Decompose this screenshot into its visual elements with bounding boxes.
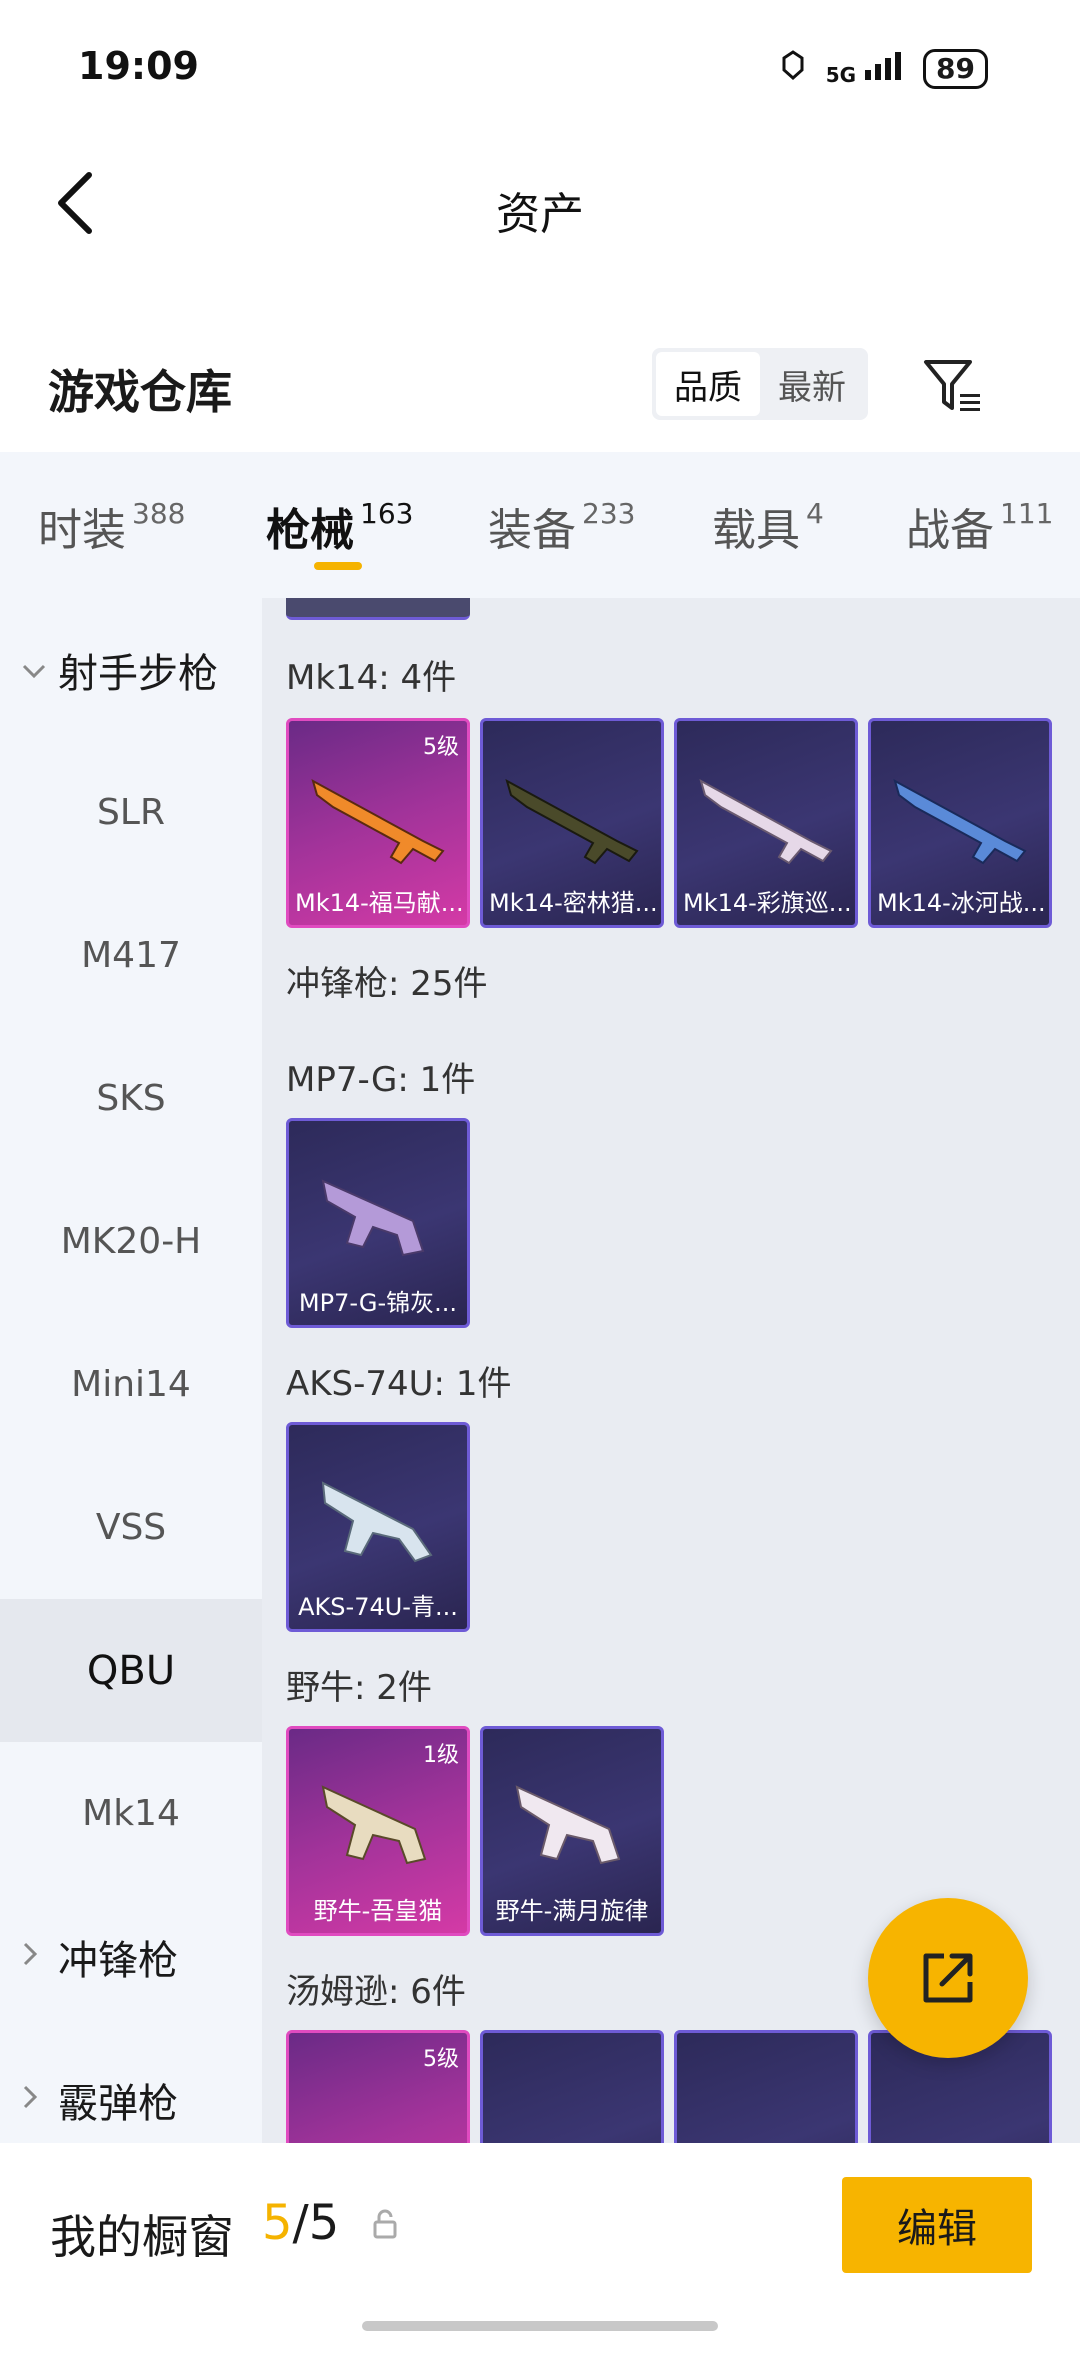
weapon-card[interactable]: MP7-G-锦灰... <box>286 1118 470 1328</box>
tab-fashion-label: 时装 <box>38 505 126 556</box>
sidebar-group-marksman[interactable]: 射手步枪 <box>0 598 262 741</box>
weapon-type-sidebar: 射手步枪 SLR M417 SKS MK20-H Mini14 VSS QBU … <box>0 598 262 2143</box>
weapon-card[interactable]: Mk14-彩旗巡... <box>674 718 858 928</box>
sidebar-item-mk20h[interactable]: MK20-H <box>0 1170 262 1313</box>
rifle-icon <box>311 778 445 865</box>
tab-fashion[interactable]: 时装 388 <box>38 494 185 558</box>
sidebar-item-mk14[interactable]: Mk14 <box>0 1742 262 1885</box>
tab-fashion-count: 388 <box>132 497 186 530</box>
weapon-card[interactable]: 5级 Mk14-福马献... <box>286 718 470 928</box>
share-button[interactable] <box>868 1898 1028 2058</box>
weapon-card[interactable] <box>674 2030 858 2143</box>
chevron-right-icon <box>22 1940 46 1973</box>
section-header-thompson: 汤姆逊: 6件 <box>286 1972 466 2012</box>
section-header-smg: 冲锋枪: 25件 <box>286 964 488 1004</box>
tab-equipment-count: 233 <box>582 497 636 530</box>
showcase-label: 我的橱窗 <box>50 2210 234 2264</box>
tab-guns[interactable]: 枪械 163 <box>266 494 413 558</box>
showcase-total: /5 <box>292 2195 340 2251</box>
tab-equipment[interactable]: 装备 233 <box>488 494 635 558</box>
chevron-down-icon <box>22 653 46 686</box>
section-header-aks: AKS-74U: 1件 <box>286 1364 512 1404</box>
status-bar: 19:09 5G 89 <box>0 0 1080 140</box>
tab-supplies-label: 战备 <box>906 505 994 556</box>
showcase-bar: 我的橱窗 5/5 编辑 <box>0 2143 1080 2354</box>
smg-icon <box>321 1481 433 1563</box>
warehouse-title: 游戏仓库 <box>48 365 232 419</box>
showcase-count: 5/5 <box>262 2195 339 2251</box>
smg-icon <box>515 1785 621 1865</box>
sort-toggle: 品质 最新 <box>652 348 868 420</box>
sort-quality-option[interactable]: 品质 <box>656 352 760 416</box>
notification-icon <box>776 48 810 90</box>
active-tab-indicator <box>314 562 362 570</box>
page-title: 资产 <box>496 189 584 240</box>
weapon-card-label: 野牛-满月旋律 <box>495 1897 649 1925</box>
filter-icon <box>924 360 980 411</box>
weapon-card[interactable]: AKS-74U-青... <box>286 1422 470 1632</box>
home-indicator <box>362 2321 718 2331</box>
tab-vehicles-count: 4 <box>806 497 824 530</box>
tab-supplies[interactable]: 战备 111 <box>906 494 1053 558</box>
tab-vehicles-label: 载具 <box>712 505 800 556</box>
tab-vehicles[interactable]: 载具 4 <box>712 494 824 558</box>
section-header-bison: 野牛: 2件 <box>286 1668 432 1708</box>
weapon-card-label: Mk14-彩旗巡... <box>683 889 852 917</box>
sidebar-item-mini14[interactable]: Mini14 <box>0 1313 262 1456</box>
rifle-icon <box>505 778 639 865</box>
sidebar-item-slr[interactable]: SLR <box>0 741 262 884</box>
sidebar-item-sks[interactable]: SKS <box>0 1027 262 1170</box>
sidebar-item-qbu[interactable]: QBU <box>0 1599 262 1742</box>
section-header-mp7: MP7-G: 1件 <box>286 1060 476 1100</box>
weapon-card[interactable]: 1级 野牛-吾皇猫 <box>286 1726 470 1936</box>
weapon-card-label: Mk14-福马献... <box>295 889 464 917</box>
status-time: 19:09 <box>78 44 199 88</box>
weapon-card-label: 野牛-吾皇猫 <box>313 1897 443 1925</box>
section-header-mk14: Mk14: 4件 <box>286 658 457 698</box>
rifle-icon <box>893 778 1027 865</box>
weapon-card[interactable] <box>480 2030 664 2143</box>
status-icons: 5G 89 <box>776 48 988 90</box>
tab-supplies-count: 111 <box>1000 497 1054 530</box>
battery-indicator: 89 <box>923 49 988 89</box>
smg-icon <box>321 1785 427 1865</box>
tab-guns-label: 枪械 <box>266 505 354 556</box>
network-label: 5G <box>825 62 857 87</box>
sidebar-group-shotgun[interactable]: 霰弹枪 <box>0 2028 262 2143</box>
rifle-icon <box>699 778 833 865</box>
weapon-card-label: Mk14-密林猎... <box>489 889 658 917</box>
category-tabs: 时装 388 枪械 163 装备 233 载具 4 战备 111 <box>0 452 1080 598</box>
share-icon <box>923 1953 973 2003</box>
smg-icon <box>321 1179 425 1257</box>
sort-newest-option[interactable]: 最新 <box>760 352 864 416</box>
warehouse-row: 游戏仓库 品质 最新 <box>0 330 1080 450</box>
app-header: 资产 <box>0 140 1080 270</box>
tab-guns-count: 163 <box>360 497 414 530</box>
weapon-card[interactable]: Mk14-密林猎... <box>480 718 664 928</box>
weapon-card[interactable]: Mk14-冰河战... <box>868 718 1052 928</box>
sidebar-item-m417[interactable]: M417 <box>0 884 262 1027</box>
partial-card-qbu[interactable] <box>286 598 470 620</box>
weapon-card-label: Mk14-冰河战... <box>877 889 1046 917</box>
tab-equipment-label: 装备 <box>488 505 576 556</box>
sidebar-item-vss[interactable]: VSS <box>0 1456 262 1599</box>
sidebar-group-shotgun-label: 霰弹枪 <box>58 2080 178 2127</box>
weapon-card[interactable]: 5级 <box>286 2030 470 2143</box>
signal-icon: 5G <box>825 51 907 87</box>
sidebar-group-smg[interactable]: 冲锋枪 <box>0 1885 262 2028</box>
weapon-card-label: MP7-G-锦灰... <box>298 1289 458 1317</box>
showcase-current: 5 <box>262 2195 293 2251</box>
weapon-card-label: AKS-74U-青... <box>298 1593 458 1621</box>
weapon-card[interactable]: 野牛-满月旋律 <box>480 1726 664 1936</box>
sidebar-group-smg-label: 冲锋枪 <box>58 1937 178 1984</box>
edit-button[interactable]: 编辑 <box>842 2177 1032 2273</box>
sidebar-group-marksman-label: 射手步枪 <box>58 650 218 697</box>
level-badge: 5级 <box>423 2047 459 2072</box>
filter-button[interactable] <box>918 350 988 420</box>
lock-icon <box>372 2209 398 2243</box>
chevron-right-icon <box>22 2083 46 2116</box>
